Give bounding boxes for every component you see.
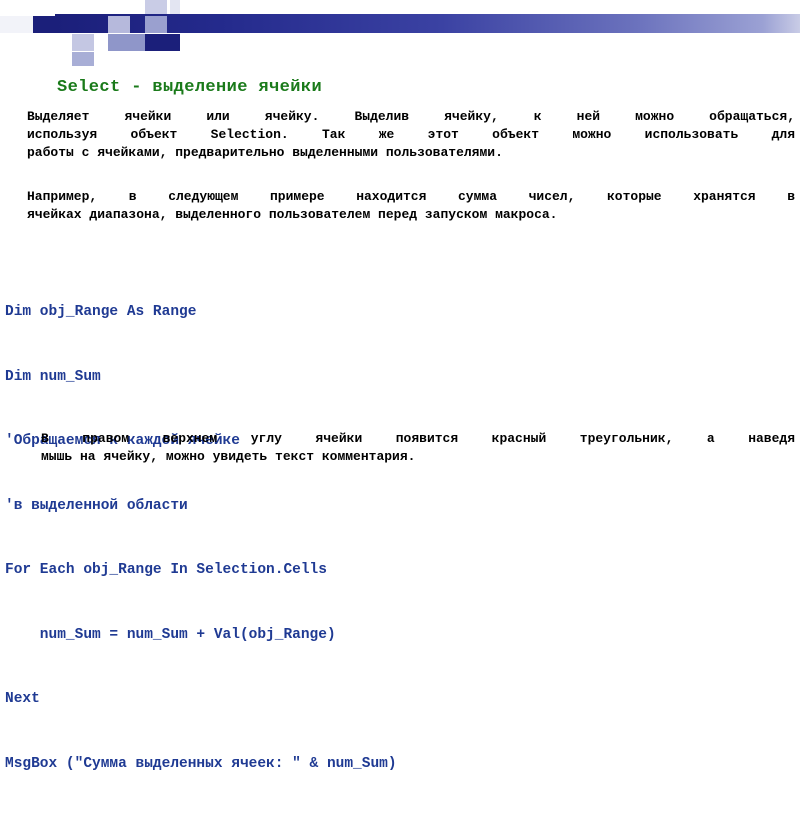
square-dark-1-icon [33, 16, 55, 33]
code-line: Dim obj_Range As Range [5, 304, 197, 320]
paragraph-note: В правом верхнем углу ячейки появится кр… [27, 430, 795, 466]
code-line: Next [5, 691, 40, 707]
paragraph-intro-line: работы с ячейками, предварительно выделе… [27, 145, 503, 160]
square-mid-2-icon [145, 16, 167, 33]
paragraph-note-line: В правом верхнем углу ячейки появится кр… [41, 431, 795, 446]
paragraph-intro-line: используя объект Selection. Так же этот … [27, 127, 795, 142]
code-line: Dim num_Sum [5, 368, 101, 385]
paragraph-example: Например, в следующем примере находится … [27, 188, 795, 224]
code-line-comment: 'в выделенной области [5, 497, 188, 514]
paragraph-intro: Выделяет ячейки или ячейку. Выделив ячей… [27, 108, 795, 162]
square-pale-1-icon [145, 0, 167, 14]
paragraph-example-line: ячейках диапазона, выделенного пользоват… [27, 207, 558, 222]
paragraph-note-line: мышь на ячейку, можно увидеть текст комм… [41, 449, 416, 464]
slide-header-decoration [0, 0, 800, 66]
square-mid-4-icon [108, 34, 145, 51]
square-dark-2-icon [145, 34, 180, 51]
code-line: MsgBox ("Сумма выделенных ячеек: " & num… [5, 755, 397, 772]
paragraph-example-line: Например, в следующем примере находится … [27, 189, 795, 204]
paragraph-intro-line: Выделяет ячейки или ячейку. Выделив ячей… [27, 109, 795, 124]
slide-content: Select - выделение ячейки Выделяет ячейк… [0, 56, 800, 772]
square-mid-3-icon [72, 34, 94, 51]
page-title: Select - выделение ячейки [57, 78, 323, 97]
vba-code-block: Dim obj_Range As Range Dim num_Sum 'Обра… [5, 259, 785, 818]
square-pale-2-icon [170, 0, 180, 14]
code-line: For Each obj_Range In Selection.Cells [5, 562, 327, 578]
code-line: num_Sum = num_Sum + Val(obj_Range) [5, 626, 336, 643]
square-mid-1-icon [108, 16, 130, 33]
square-fade-1-icon [0, 16, 33, 33]
